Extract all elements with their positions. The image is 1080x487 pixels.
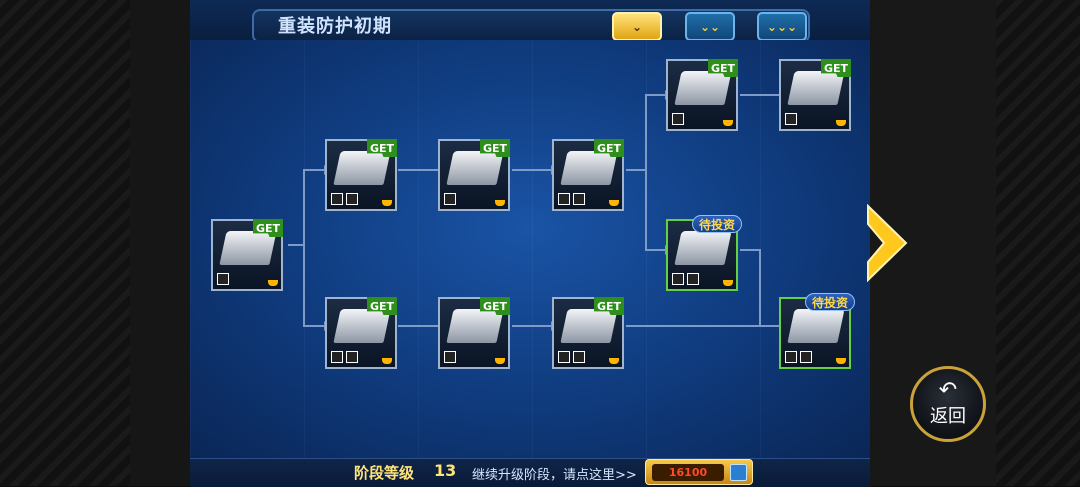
dice-icon [331,351,343,363]
slash-icon [687,273,699,285]
goblet-icon [573,351,585,363]
tech-node-b3[interactable]: GET [552,297,624,369]
goblet-icon [346,351,358,363]
tread-icon [444,193,456,205]
tech-node-b1[interactable]: GET [325,297,397,369]
back-button-label: 返回 [930,406,966,427]
pending-invest-badge: 待投资 [691,215,742,233]
pending-invest-badge: 待投资 [804,293,855,311]
tech-node-a4[interactable]: GET [666,59,738,131]
trapezoid-icon [672,113,684,125]
level-chevron-icon [609,200,619,206]
armor-plate-icon [446,309,504,343]
upgrade-cost-button[interactable]: 16100 [645,459,753,485]
armor-plate-icon [560,151,618,185]
tread-icon [785,351,797,363]
tech-node-c1[interactable]: 待投资 [666,215,742,291]
upgrade-cost-value: 16100 [652,464,724,481]
slash-icon [346,193,358,205]
tech-node-a3[interactable]: GET [552,139,624,211]
dice-icon [217,273,229,285]
slash-icon [800,351,812,363]
tread-icon [558,193,570,205]
next-page-arrow-icon[interactable] [866,204,910,282]
level-chevron-icon [495,358,505,364]
level-chevron-icon [723,120,733,126]
level-chevron-icon [836,358,846,364]
level-chevron-icon [609,358,619,364]
armor-plate-icon [333,309,391,343]
armor-plate-icon [787,309,845,343]
level-chevron-icon [836,120,846,126]
tech-node-c2[interactable]: 待投资 [779,293,855,369]
stage-level-value: 13 [434,461,457,480]
return-arrow-icon: ↶ [938,378,958,403]
armor-plate-icon [674,71,732,105]
armor-plate-icon [674,231,732,265]
armor-plate-icon [219,231,277,265]
resource-icon [730,464,747,481]
tread-icon [558,351,570,363]
slash-icon [573,193,585,205]
level-chevron-icon [268,280,278,286]
armor-plate-icon [333,151,391,185]
armor-plate-icon [787,71,845,105]
level-chevron-icon [723,280,733,286]
level-chevron-icon [382,358,392,364]
tread-icon [785,113,797,125]
back-button[interactable]: ↶ 返回 [910,366,986,442]
armor-plate-icon [560,309,618,343]
upgrade-stage-link[interactable]: 继续升级阶段，请点这里>> [472,464,637,483]
level-chevron-icon [382,200,392,206]
trapezoid-icon [672,273,684,285]
level-chevron-icon [495,200,505,206]
tech-node-a5[interactable]: GET [779,59,851,131]
tech-node-root[interactable]: GET [211,219,283,291]
tech-node-b2[interactable]: GET [438,297,510,369]
stage-level-label: 阶段等级 [354,464,415,482]
armor-plate-icon [446,151,504,185]
dice-icon [331,193,343,205]
tech-node-a2[interactable]: GET [438,139,510,211]
goblet-icon [444,351,456,363]
tech-node-a1[interactable]: GET [325,139,397,211]
